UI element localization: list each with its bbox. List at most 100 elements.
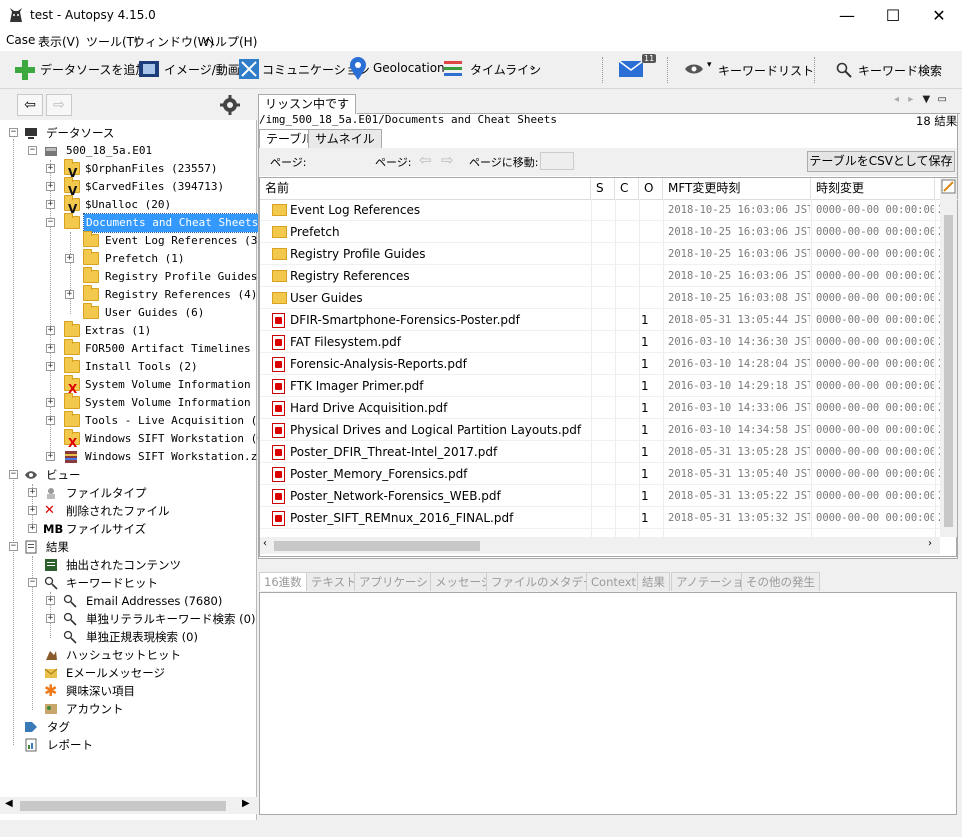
tab-left-icon[interactable]: ◂ [894, 94, 899, 105]
geolocation-button[interactable]: Geolocation [346, 54, 445, 84]
expand-icon[interactable]: + [46, 362, 55, 371]
expand-icon[interactable]: + [65, 254, 74, 263]
tab-other-occurrences[interactable]: その他の発生 [741, 572, 820, 591]
table-horizontal-scrollbar[interactable]: ‹ › [260, 537, 940, 554]
forward-button[interactable]: ⇨ [46, 94, 72, 116]
tree-node-event-log[interactable]: Event Log References (3) [0, 231, 264, 250]
expand-icon[interactable]: + [46, 596, 55, 605]
expand-icon[interactable]: + [65, 290, 74, 299]
table-row[interactable]: Registry References 2018-10-25 16:03:06 … [260, 265, 940, 287]
tree-node-accounts[interactable]: アカウント [0, 700, 256, 718]
expand-icon[interactable]: + [46, 182, 55, 191]
expand-icon[interactable]: + [46, 344, 55, 353]
keyword-list-button[interactable]: ▾ キーワードリスト [682, 54, 814, 84]
tree-node-tags[interactable]: タグ [0, 718, 256, 736]
tree-node-prefetch[interactable]: + Prefetch (1) [0, 249, 256, 268]
tree-node-unalloc[interactable]: + V $Unalloc (20) [0, 195, 256, 216]
tree-node-extracted[interactable]: 抽出されたコンテンツ [0, 556, 256, 574]
settings-button[interactable] [219, 94, 241, 116]
tab-hex[interactable]: 16進数 [259, 572, 307, 591]
tree-node-user-guides[interactable]: User Guides (6) [0, 303, 256, 322]
expand-icon[interactable]: + [46, 416, 55, 425]
column-header-o[interactable]: O [639, 178, 663, 199]
tree-node-for500[interactable]: + FOR500 Artifact Timelines (3) [0, 339, 277, 358]
tree-node-tools-live[interactable]: + Tools - Live Acquisition (22) [0, 411, 277, 430]
timeline-button[interactable]: タイムライン ⌄ [440, 54, 541, 84]
prev-page-button[interactable]: ⇦ [419, 151, 432, 169]
tree-node-svi-2[interactable]: + System Volume Information (2) [0, 393, 277, 412]
tree-node-orphan-files[interactable]: + V $OrphanFiles (23557) [0, 159, 256, 180]
tree-node-email-addresses[interactable]: + Email Addresses (7680) [0, 592, 256, 610]
menu-view[interactable]: 表示(V) [38, 33, 80, 50]
maximize-button[interactable]: ☐ [870, 0, 916, 31]
keyword-search-button[interactable]: キーワード検索 [834, 54, 944, 84]
minimize-button[interactable]: — [824, 0, 870, 31]
goto-page-input[interactable] [540, 152, 574, 170]
tree-node-sift-zip[interactable]: + Windows SIFT Workstation.zip (1 [0, 448, 290, 466]
subtab-thumbnail[interactable]: サムネイル [308, 129, 382, 148]
column-chooser-button[interactable] [940, 178, 957, 199]
tree-node-file-size[interactable]: + MB ファイルサイズ [0, 520, 256, 538]
table-row[interactable]: Registry Profile Guides 2018-10-25 16:03… [260, 243, 940, 265]
table-row[interactable]: FAT Filesystem.pdf 1 2016-03-10 14:36:30… [260, 331, 940, 353]
collapse-icon[interactable]: − [28, 146, 37, 155]
column-header-name[interactable]: 名前 [260, 178, 591, 199]
scroll-left-icon[interactable]: ‹ [263, 538, 267, 549]
tab-listing[interactable]: リッスン中です [258, 94, 357, 114]
tree-node-views[interactable]: − ビュー [0, 466, 256, 484]
menu-tools[interactable]: ツール(T) [86, 33, 139, 50]
next-page-button[interactable]: ⇨ [441, 151, 454, 169]
tree-node-image[interactable]: − 500_18_5a.E01 [0, 142, 256, 160]
tab-nav-controls[interactable]: ◂ ▸ ▼ ▭ [894, 94, 956, 105]
back-button[interactable]: ⇦ [17, 94, 43, 116]
column-header-c[interactable]: C [615, 178, 639, 199]
expand-icon[interactable]: + [46, 164, 55, 173]
expand-icon[interactable]: + [28, 488, 37, 497]
scrollbar-thumb[interactable] [944, 215, 953, 527]
expand-icon[interactable]: + [46, 326, 55, 335]
table-row[interactable]: Hard Drive Acquisition.pdf 1 2016-03-10 … [260, 397, 940, 419]
table-row[interactable]: User Guides 2018-10-25 16:03:08 JST 0000… [260, 287, 940, 309]
collapse-icon[interactable]: − [9, 542, 18, 551]
tree-node-keyword-hits[interactable]: − キーワードヒット [0, 574, 256, 592]
column-header-mft-changed[interactable]: MFT変更時刻 [663, 178, 811, 199]
tree-node-install-tools[interactable]: + Install Tools (2) [0, 357, 256, 376]
table-vertical-scrollbar[interactable] [940, 199, 957, 537]
collapse-icon[interactable]: − [46, 218, 55, 227]
table-row[interactable]: Poster_Memory_Forensics.pdf 1 2018-05-31… [260, 463, 940, 485]
tree-node-sift[interactable]: X Windows SIFT Workstation (0) [0, 429, 270, 450]
tree-node-svi-1[interactable]: X System Volume Information (1) [0, 375, 277, 396]
tree-node-registry-refs[interactable]: + Registry References (4) [0, 285, 257, 304]
expand-icon[interactable]: + [28, 524, 37, 533]
expand-icon[interactable]: + [46, 614, 55, 623]
tree-node-single-regex[interactable]: 単独正規表現検索 (0) [0, 628, 256, 646]
expand-icon[interactable]: + [46, 398, 55, 407]
tree-node-registry-guides[interactable]: Registry Profile Guides (3) [0, 267, 284, 286]
tree-node-hashset[interactable]: ハッシュセットヒット [0, 646, 256, 664]
tree-node-single-literal[interactable]: + 単独リテラルキーワード検索 (0) [0, 610, 256, 628]
tree-node-documents[interactable]: − Documents and Cheat Sheets (1 [0, 213, 282, 233]
tab-results[interactable]: 結果 [637, 572, 670, 591]
messages-button[interactable]: 11 [616, 54, 660, 84]
tree-node-email-messages[interactable]: Eメールメッセージ [0, 664, 256, 682]
images-videos-button[interactable]: イメージ/動画 [136, 54, 240, 84]
tree-node-file-types[interactable]: + ファイルタイプ [0, 484, 256, 502]
scroll-right-icon[interactable]: › [928, 538, 932, 549]
table-row[interactable]: Forensic-Analysis-Reports.pdf 1 2016-03-… [260, 353, 940, 375]
expand-icon[interactable]: + [28, 506, 37, 515]
column-header-s[interactable]: S [591, 178, 615, 199]
menu-case[interactable]: Case [6, 33, 35, 47]
close-button[interactable]: ✕ [916, 0, 962, 31]
table-row[interactable]: Event Log References 2018-10-25 16:03:06… [260, 199, 940, 221]
add-datasource-button[interactable]: データソースを追加 [4, 54, 147, 84]
table-row[interactable]: FTK Imager Primer.pdf 1 2016-03-10 14:29… [260, 375, 940, 397]
tree-node-carved-files[interactable]: + V $CarvedFiles (394713) [0, 177, 256, 198]
tab-right-icon[interactable]: ▸ [908, 94, 913, 105]
table-row[interactable]: Poster_DFIR_Threat-Intel_2017.pdf 1 2018… [260, 441, 940, 463]
tab-menu-icon[interactable]: ▼ [922, 94, 930, 105]
tree-node-data-sources[interactable]: − データソース [0, 124, 256, 142]
expand-icon[interactable]: + [46, 452, 55, 461]
table-row[interactable]: DFIR-Smartphone-Forensics-Poster.pdf 1 2… [260, 309, 940, 331]
table-row[interactable]: Poster_SIFT_REMnux_2016_FINAL.pdf 1 2018… [260, 507, 940, 529]
tree-node-results[interactable]: − 結果 [0, 538, 256, 556]
